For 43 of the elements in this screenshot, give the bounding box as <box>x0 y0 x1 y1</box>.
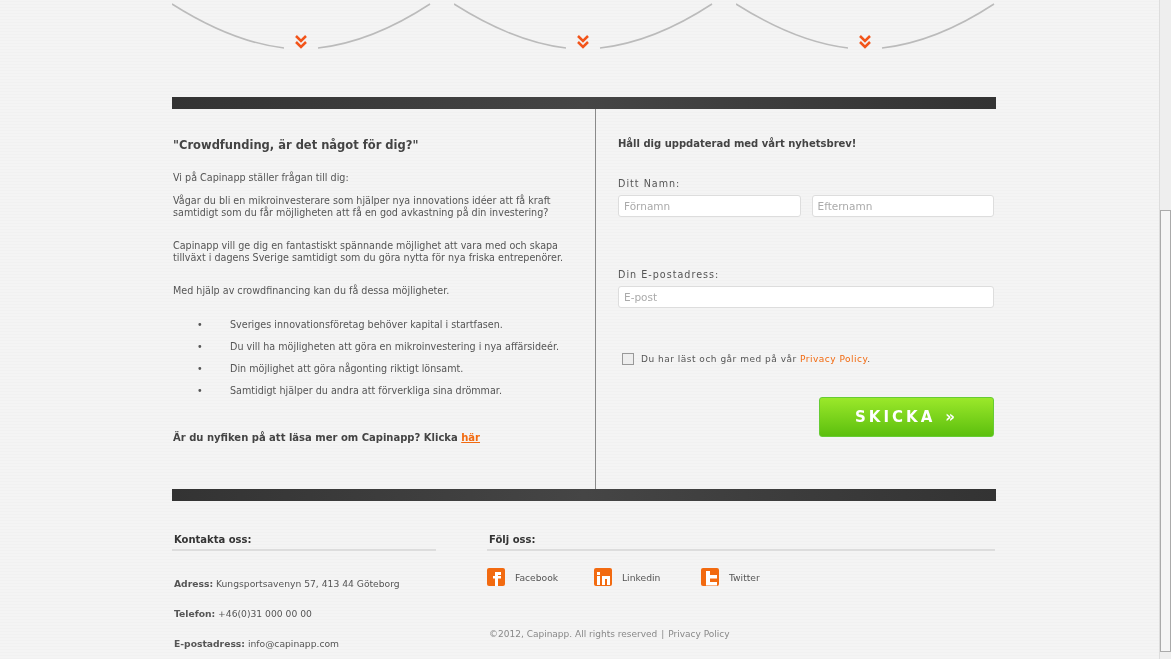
intro-paragraph: Vågar du bli en mikroinvesterare som hjälper nya innovations idéer att få kraft samtidigt som du får möjligheten att få en god avkastning på din investering? <box>173 195 552 219</box>
newsletter-heading: Håll dig uppdaterad med vårt nyhetsbrev! <box>618 138 858 149</box>
bullet-text: Samtidigt hjälper du andra att förverkliga sina drömmar. <box>230 385 502 398</box>
follow-heading: Följ oss: <box>487 534 995 551</box>
intro-paragraph: Vi på Capinapp ställer frågan till dig: <box>173 172 350 184</box>
contact-heading: Kontakta oss: <box>172 534 436 551</box>
facebook-icon[interactable] <box>487 568 505 586</box>
scrollbar[interactable] <box>1159 0 1171 659</box>
bullet-text: Du vill ha möjligheten att göra en mikroinvestering i nya affärsideér. <box>230 341 560 354</box>
social-link[interactable]: Linkedin <box>622 571 661 583</box>
read-more-link[interactable]: här <box>461 432 480 443</box>
bullet-marker: • <box>197 341 204 354</box>
consent-text: Du har läst och går med på vår Privacy Policy. <box>641 354 871 364</box>
contact-detail: E-postadress: info@capinapp.com <box>173 638 341 647</box>
email-label: Din E-postadress: <box>618 269 721 280</box>
contact-detail: Telefon: +46(0)31 000 00 00 <box>173 608 313 617</box>
contact-detail: Adress: Kungsportsavenyn 57, 413 44 Göteborg <box>173 578 401 587</box>
last-name-field[interactable]: Efternamn <box>811 195 994 217</box>
bullet-marker: • <box>197 363 204 376</box>
intro-paragraph: Capinapp vill ge dig en fantastiskt spännande möjlighet att vara med och skapa tillväxt i dagens Sverige samtidigt som du göra nytta för nya friska entrepenörer. <box>173 240 565 264</box>
consent-checkbox[interactable] <box>622 353 634 365</box>
email-field[interactable]: E-post <box>618 286 994 308</box>
submit-button[interactable]: SKICKA » <box>819 397 994 437</box>
chevron-down-icon[interactable] <box>294 34 308 49</box>
intro-heading: "Crowdfunding, är det något för dig?" <box>173 138 420 152</box>
copyright-text: ©2012, Capinapp. All rights reserved <box>489 629 658 639</box>
chevron-down-icon[interactable] <box>576 34 590 49</box>
bullet-marker: • <box>197 319 204 332</box>
twitter-icon[interactable] <box>701 568 719 586</box>
bullet-text: Sveriges innovationsföretag behöver kapital i startfasen. <box>230 319 503 332</box>
first-name-field[interactable]: Förnamn <box>618 195 801 217</box>
privacy-policy-link[interactable]: Privacy Policy <box>668 629 730 639</box>
bullet-text: Din möjlighet att göra någonting riktigt lönsamt. <box>230 363 464 376</box>
intro-paragraph: Med hjälp av crowdfinancing kan du få dessa möjligheter. <box>173 285 451 297</box>
chevron-down-icon[interactable] <box>858 34 872 49</box>
scrollbar-thumb[interactable] <box>1160 210 1171 652</box>
social-link[interactable]: Twitter <box>729 571 760 583</box>
linkedin-icon[interactable] <box>594 568 612 586</box>
read-more-text: Är du nyfiken på att läsa mer om Capinapp? Klicka här <box>173 432 481 443</box>
separator: | <box>661 629 665 639</box>
name-label: Ditt Namn: <box>618 178 682 189</box>
bullet-marker: • <box>197 385 204 398</box>
social-link[interactable]: Facebook <box>515 571 559 583</box>
